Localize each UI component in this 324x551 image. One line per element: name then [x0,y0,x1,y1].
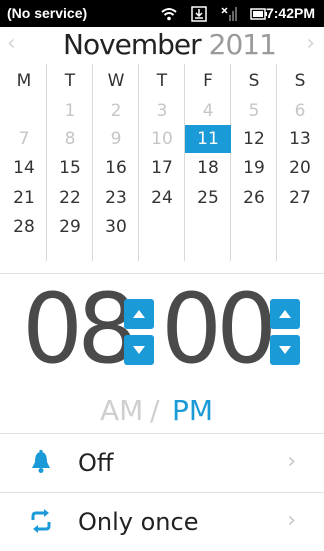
weekday-header: S [294,71,306,91]
weekday-header: S [248,71,260,91]
calendar-day[interactable]: 14 [1,157,47,179]
carrier-label: (No service) [7,5,88,21]
calendar-day[interactable]: 3 [139,100,185,122]
calendar-day[interactable]: 27 [277,187,323,209]
calendar-day[interactable]: 8 [47,128,93,150]
status-bar: (No service) 7:42PM [0,0,324,27]
weekday-header: W [107,71,125,91]
calendar-day[interactable]: 2 [93,100,139,122]
calendar-day[interactable]: 22 [47,187,93,209]
alarm-sound-label: Off [78,449,114,477]
repeat-icon [31,509,51,533]
year-label: 2011 [208,28,277,61]
calendar-day[interactable]: 26 [231,187,277,209]
status-icons [160,3,268,25]
arrow-up-icon [133,310,145,318]
prev-month-button[interactable]: ‹ [7,32,16,56]
weekday-header: M [16,71,32,91]
calendar-day[interactable]: 25 [185,187,231,209]
calendar-day[interactable]: 24 [139,187,185,209]
calendar-day-selected[interactable]: 11 [185,125,231,153]
calendar-day[interactable]: 20 [277,157,323,179]
calendar-day[interactable]: 18 [185,157,231,179]
calendar-day[interactable]: 1 [47,100,93,122]
arrow-down-icon [279,346,291,354]
calendar-day[interactable]: 6 [277,100,323,122]
am-toggle[interactable]: AM [100,391,143,431]
minute-decrement-button[interactable] [270,335,300,365]
arrow-down-icon [133,346,145,354]
no-signal-icon [221,7,237,21]
minute-display: 00 [161,273,277,385]
calendar-day[interactable]: 19 [231,157,277,179]
next-month-button[interactable]: › [306,32,315,56]
chevron-right-icon: › [287,508,296,533]
calendar-day[interactable]: 7 [1,128,47,150]
minute-increment-button[interactable] [270,299,300,329]
ampm-separator: / [150,394,160,427]
hour-increment-button[interactable] [124,299,154,329]
calendar-day[interactable]: 17 [139,157,185,179]
alarm-sound-row[interactable]: Off › [0,434,324,492]
hour-display: 08 [22,273,138,385]
calendar-day[interactable]: 15 [47,157,93,179]
clock-label: 7:42PM [265,5,315,21]
weekday-header: F [203,71,213,91]
weekday-header: T [156,71,168,91]
download-icon [191,6,207,22]
calendar-day[interactable]: 28 [1,216,47,238]
chevron-right-icon: › [287,449,296,474]
calendar-day[interactable]: 13 [277,128,323,150]
calendar-day[interactable]: 5 [231,100,277,122]
repeat-label: Only once [78,508,199,536]
month-label: November [63,28,202,61]
repeat-row[interactable]: Only once › [0,493,324,551]
calendar-day[interactable]: 21 [1,187,47,209]
calendar-day[interactable]: 12 [231,128,277,150]
pm-toggle[interactable]: PM [172,391,213,431]
month-header: ‹ November 2011 › [0,27,324,67]
wifi-icon [161,8,177,21]
month-title: November 2011 [63,27,277,63]
weekday-header: T [64,71,76,91]
calendar-day[interactable]: 4 [185,100,231,122]
arrow-up-icon [279,310,291,318]
hour-decrement-button[interactable] [124,335,154,365]
calendar-day[interactable]: 30 [93,216,139,238]
calendar-day[interactable]: 16 [93,157,139,179]
calendar-day[interactable]: 9 [93,128,139,150]
calendar-day[interactable]: 10 [139,128,185,150]
calendar-day[interactable]: 29 [47,216,93,238]
calendar-day[interactable]: 23 [93,187,139,209]
bell-icon [32,450,50,473]
